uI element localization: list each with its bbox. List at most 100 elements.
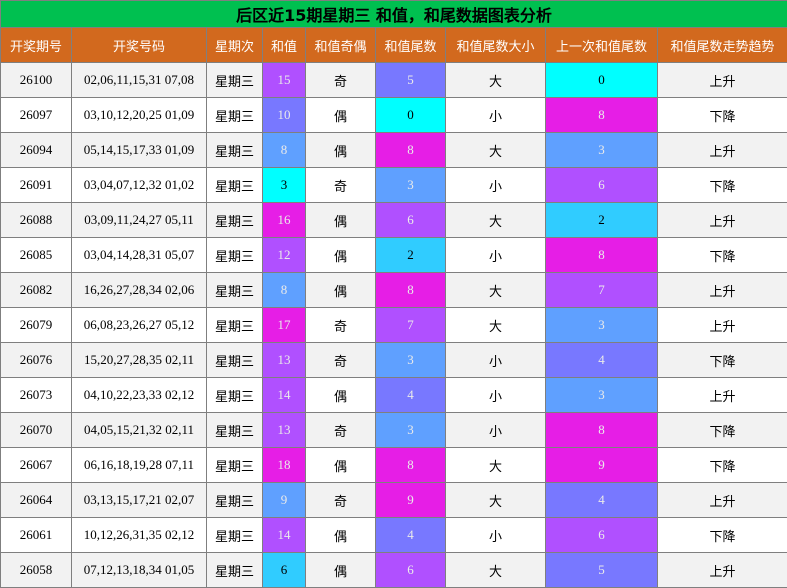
table-row: 26058 07,12,13,18,34 01,05 星期三 6 偶 6 大 5 上升 [0, 552, 787, 588]
numbers-cell: 04,10,22,23,33 02,12 [71, 377, 207, 413]
parity-cell: 奇 [305, 307, 376, 343]
weekday-cell: 星期三 [206, 342, 263, 378]
size-cell: 大 [445, 552, 546, 588]
weekday-cell: 星期三 [206, 307, 263, 343]
table-row: 26082 16,26,27,28,34 02,06 星期三 8 偶 8 大 7 上升 [0, 272, 787, 308]
numbers-cell: 03,04,14,28,31 05,07 [71, 237, 207, 273]
prev-tail-cell: 0 [545, 62, 658, 98]
tail-cell: 8 [375, 272, 446, 308]
issue-cell: 26070 [0, 412, 72, 448]
parity-cell: 偶 [305, 272, 376, 308]
numbers-cell: 06,08,23,26,27 05,12 [71, 307, 207, 343]
weekday-cell: 星期三 [206, 97, 263, 133]
size-cell: 大 [445, 307, 546, 343]
numbers-cell: 15,20,27,28,35 02,11 [71, 342, 207, 378]
numbers-cell: 07,12,13,18,34 01,05 [71, 552, 207, 588]
sum-cell: 14 [262, 377, 306, 413]
table-row: 26100 02,06,11,15,31 07,08 星期三 15 奇 5 大 0 上升 [0, 62, 787, 98]
table-row: 26091 03,04,07,12,32 01,02 星期三 3 奇 3 小 6 下降 [0, 167, 787, 203]
weekday-cell: 星期三 [206, 272, 263, 308]
prev-tail-cell: 6 [545, 167, 658, 203]
size-cell: 大 [445, 447, 546, 483]
prev-tail-cell: 3 [545, 132, 658, 168]
weekday-cell: 星期三 [206, 62, 263, 98]
weekday-cell: 星期三 [206, 447, 263, 483]
parity-cell: 偶 [305, 377, 376, 413]
size-cell: 大 [445, 482, 546, 518]
size-cell: 小 [445, 97, 546, 133]
issue-cell: 26082 [0, 272, 72, 308]
parity-cell: 偶 [305, 517, 376, 553]
trend-cell: 下降 [656, 412, 787, 448]
trend-cell: 上升 [656, 307, 787, 343]
issue-cell: 26088 [0, 202, 72, 238]
weekday-cell: 星期三 [206, 412, 263, 448]
sum-cell: 9 [262, 482, 306, 518]
sum-cell: 14 [262, 517, 306, 553]
numbers-cell: 05,14,15,17,33 01,09 [71, 132, 207, 168]
trend-cell: 上升 [656, 62, 787, 98]
sum-cell: 3 [262, 167, 306, 203]
tail-cell: 4 [375, 377, 446, 413]
header-row: 开奖期号 开奖号码 星期次 和值 和值奇偶 和值尾数 和值尾数大小 上一次和值尾数 和值尾数走势… [0, 27, 787, 63]
issue-cell: 26097 [0, 97, 72, 133]
table-row: 26061 10,12,26,31,35 02,12 星期三 14 偶 4 小 6 下降 [0, 517, 787, 553]
sum-cell: 10 [262, 97, 306, 133]
issue-cell: 26079 [0, 307, 72, 343]
tail-cell: 2 [375, 237, 446, 273]
issue-cell: 26073 [0, 377, 72, 413]
issue-cell: 26058 [0, 552, 72, 588]
numbers-cell: 03,13,15,17,21 02,07 [71, 482, 207, 518]
col-size-header: 和值尾数大小 [445, 27, 546, 63]
col-issue-header: 开奖期号 [0, 27, 72, 63]
issue-cell: 26067 [0, 447, 72, 483]
sum-cell: 8 [262, 272, 306, 308]
prev-tail-cell: 3 [545, 377, 658, 413]
parity-cell: 偶 [305, 447, 376, 483]
size-cell: 小 [445, 342, 546, 378]
numbers-cell: 04,05,15,21,32 02,11 [71, 412, 207, 448]
prev-tail-cell: 5 [545, 552, 658, 588]
sum-cell: 13 [262, 412, 306, 448]
trend-cell: 下降 [656, 97, 787, 133]
parity-cell: 偶 [305, 132, 376, 168]
sum-cell: 13 [262, 342, 306, 378]
weekday-cell: 星期三 [206, 377, 263, 413]
weekday-cell: 星期三 [206, 167, 263, 203]
trend-cell: 下降 [656, 517, 787, 553]
size-cell: 小 [445, 237, 546, 273]
prev-tail-cell: 4 [545, 342, 658, 378]
issue-cell: 26076 [0, 342, 72, 378]
tail-cell: 4 [375, 517, 446, 553]
numbers-cell: 10,12,26,31,35 02,12 [71, 517, 207, 553]
col-prev-tail-header: 上一次和值尾数 [545, 27, 658, 63]
prev-tail-cell: 3 [545, 307, 658, 343]
issue-cell: 26094 [0, 132, 72, 168]
trend-cell: 上升 [656, 482, 787, 518]
weekday-cell: 星期三 [206, 482, 263, 518]
table-row: 26097 03,10,12,20,25 01,09 星期三 10 偶 0 小 8 下降 [0, 97, 787, 133]
tail-cell: 6 [375, 552, 446, 588]
trend-cell: 下降 [656, 342, 787, 378]
table-body: 26100 02,06,11,15,31 07,08 星期三 15 奇 5 大 0 上升 2609… [0, 62, 787, 588]
prev-tail-cell: 8 [545, 412, 658, 448]
table-row: 26079 06,08,23,26,27 05,12 星期三 17 奇 7 大 3 上升 [0, 307, 787, 343]
sum-cell: 12 [262, 237, 306, 273]
sum-cell: 16 [262, 202, 306, 238]
numbers-cell: 06,16,18,19,28 07,11 [71, 447, 207, 483]
tail-cell: 6 [375, 202, 446, 238]
col-sum-header: 和值 [262, 27, 306, 63]
parity-cell: 奇 [305, 412, 376, 448]
size-cell: 大 [445, 272, 546, 308]
issue-cell: 26061 [0, 517, 72, 553]
table-row: 26073 04,10,22,23,33 02,12 星期三 14 偶 4 小 3 上升 [0, 377, 787, 413]
tail-cell: 8 [375, 447, 446, 483]
parity-cell: 奇 [305, 342, 376, 378]
prev-tail-cell: 6 [545, 517, 658, 553]
tail-cell: 3 [375, 342, 446, 378]
issue-cell: 26085 [0, 237, 72, 273]
weekday-cell: 星期三 [206, 202, 263, 238]
numbers-cell: 03,04,07,12,32 01,02 [71, 167, 207, 203]
parity-cell: 偶 [305, 237, 376, 273]
table-row: 26064 03,13,15,17,21 02,07 星期三 9 奇 9 大 4 上升 [0, 482, 787, 518]
